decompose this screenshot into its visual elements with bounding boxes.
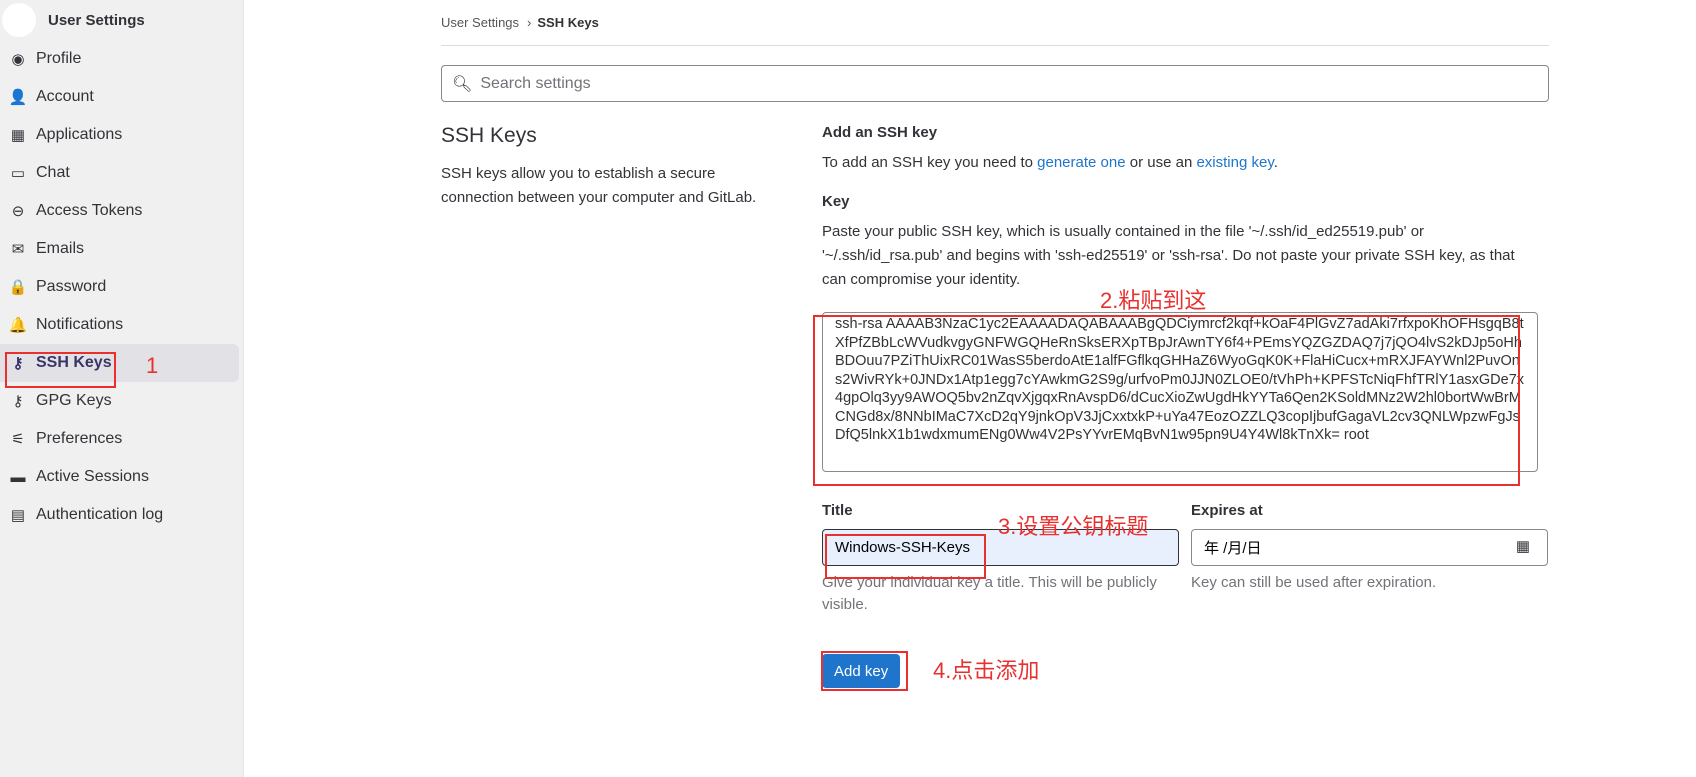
main-content: User Settings › SSH Keys 🔍︎ Search setti… bbox=[441, 0, 1549, 688]
preferences-icon: ⚟ bbox=[11, 431, 25, 448]
expires-label: Expires at bbox=[1191, 502, 1263, 519]
sidebar-item-label: Active Sessions bbox=[36, 468, 149, 485]
chevron-right-icon: › bbox=[527, 15, 532, 30]
sidebar-item-label: Access Tokens bbox=[36, 202, 143, 219]
section-description: SSH keys allow you to establish a secure… bbox=[441, 165, 757, 206]
generate-one-link[interactable]: generate one bbox=[1037, 154, 1125, 171]
sidebar: User Settings ◉ Profile 👤 Account ▦ Applicati… bbox=[0, 0, 244, 777]
bell-icon: 🔔 bbox=[8, 317, 28, 334]
sidebar-item-password[interactable]: 🔒 Password bbox=[0, 268, 243, 306]
sidebar-item-authentication-log[interactable]: ▤ Authentication log bbox=[0, 496, 243, 534]
sidebar-item-notifications[interactable]: 🔔 Notifications bbox=[0, 306, 243, 344]
sidebar-item-label: Preferences bbox=[36, 430, 123, 447]
sidebar-items: ◉ Profile 👤 Account ▦ Applications ▭ Chat ⊖ Acces… bbox=[0, 40, 243, 534]
search-placeholder: Search settings bbox=[480, 74, 591, 92]
account-icon: 👤 bbox=[8, 89, 28, 106]
form-intro: To add an SSH key you need to generate o… bbox=[822, 154, 1278, 171]
annotation-box-ssh-keys bbox=[5, 352, 116, 388]
annotation-box-key bbox=[813, 315, 1520, 486]
expires-help: Key can still be used after expiration. bbox=[1191, 574, 1437, 591]
sidebar-item-label: Authentication log bbox=[36, 506, 164, 523]
key-help: Paste your public SSH key, which is usua… bbox=[822, 223, 1515, 288]
search-icon: 🔍︎ bbox=[452, 75, 473, 93]
annotation-step4: 4.点击添加 bbox=[933, 658, 1040, 683]
sidebar-item-applications[interactable]: ▦ Applications bbox=[0, 116, 243, 154]
breadcrumb: User Settings › SSH Keys bbox=[441, 0, 1549, 46]
breadcrumb-ssh-keys: SSH Keys bbox=[537, 15, 599, 30]
lock-icon: 🔒 bbox=[8, 279, 28, 296]
sidebar-item-active-sessions[interactable]: ▬ Active Sessions bbox=[0, 458, 243, 496]
sidebar-item-label: Chat bbox=[36, 164, 70, 181]
breadcrumb-user-settings[interactable]: User Settings bbox=[441, 15, 519, 30]
existing-key-link[interactable]: existing key bbox=[1196, 154, 1273, 171]
key-label: Key bbox=[822, 193, 850, 210]
annotation-step3: 3.设置公钥标题 bbox=[998, 514, 1149, 539]
sidebar-header: User Settings bbox=[0, 0, 243, 40]
applications-icon: ▦ bbox=[10, 127, 26, 144]
avatar[interactable] bbox=[2, 3, 36, 37]
section-title: SSH Keys bbox=[441, 124, 537, 147]
annotation-box-add-key bbox=[821, 651, 908, 691]
expires-date-input[interactable] bbox=[1191, 529, 1548, 566]
key-icon: ⚷ bbox=[12, 393, 24, 410]
annotation-box-title bbox=[825, 534, 986, 579]
sidebar-item-account[interactable]: 👤 Account bbox=[0, 78, 243, 116]
chat-icon: ▭ bbox=[10, 165, 26, 182]
sidebar-item-chat[interactable]: ▭ Chat bbox=[0, 154, 243, 192]
sidebar-item-label: Account bbox=[36, 88, 94, 105]
sidebar-item-access-tokens[interactable]: ⊖ Access Tokens bbox=[0, 192, 243, 230]
profile-icon: ◉ bbox=[11, 51, 25, 68]
sidebar-item-label: GPG Keys bbox=[36, 392, 112, 409]
monitor-icon: ▬ bbox=[10, 468, 26, 486]
calendar-icon[interactable]: ▦ bbox=[1516, 537, 1530, 555]
annotation-step1: 1 bbox=[146, 353, 159, 378]
sidebar-item-emails[interactable]: ✉ Emails bbox=[0, 230, 243, 268]
form-heading: Add an SSH key bbox=[822, 124, 938, 141]
search-input[interactable]: 🔍︎ Search settings bbox=[441, 65, 1549, 102]
sidebar-item-label: Applications bbox=[36, 126, 123, 143]
sidebar-item-label: Notifications bbox=[36, 316, 124, 333]
annotation-step2: 2.粘贴到这 bbox=[1100, 288, 1207, 313]
log-icon: ▤ bbox=[10, 507, 26, 524]
token-icon: ⊖ bbox=[11, 203, 25, 220]
sidebar-item-preferences[interactable]: ⚟ Preferences bbox=[0, 420, 243, 458]
sidebar-item-label: Password bbox=[36, 278, 107, 295]
sidebar-item-label: Profile bbox=[36, 50, 82, 67]
sidebar-item-profile[interactable]: ◉ Profile bbox=[0, 40, 243, 78]
sidebar-item-label: Emails bbox=[36, 240, 85, 257]
email-icon: ✉ bbox=[11, 241, 25, 258]
sidebar-title: User Settings bbox=[48, 11, 145, 29]
